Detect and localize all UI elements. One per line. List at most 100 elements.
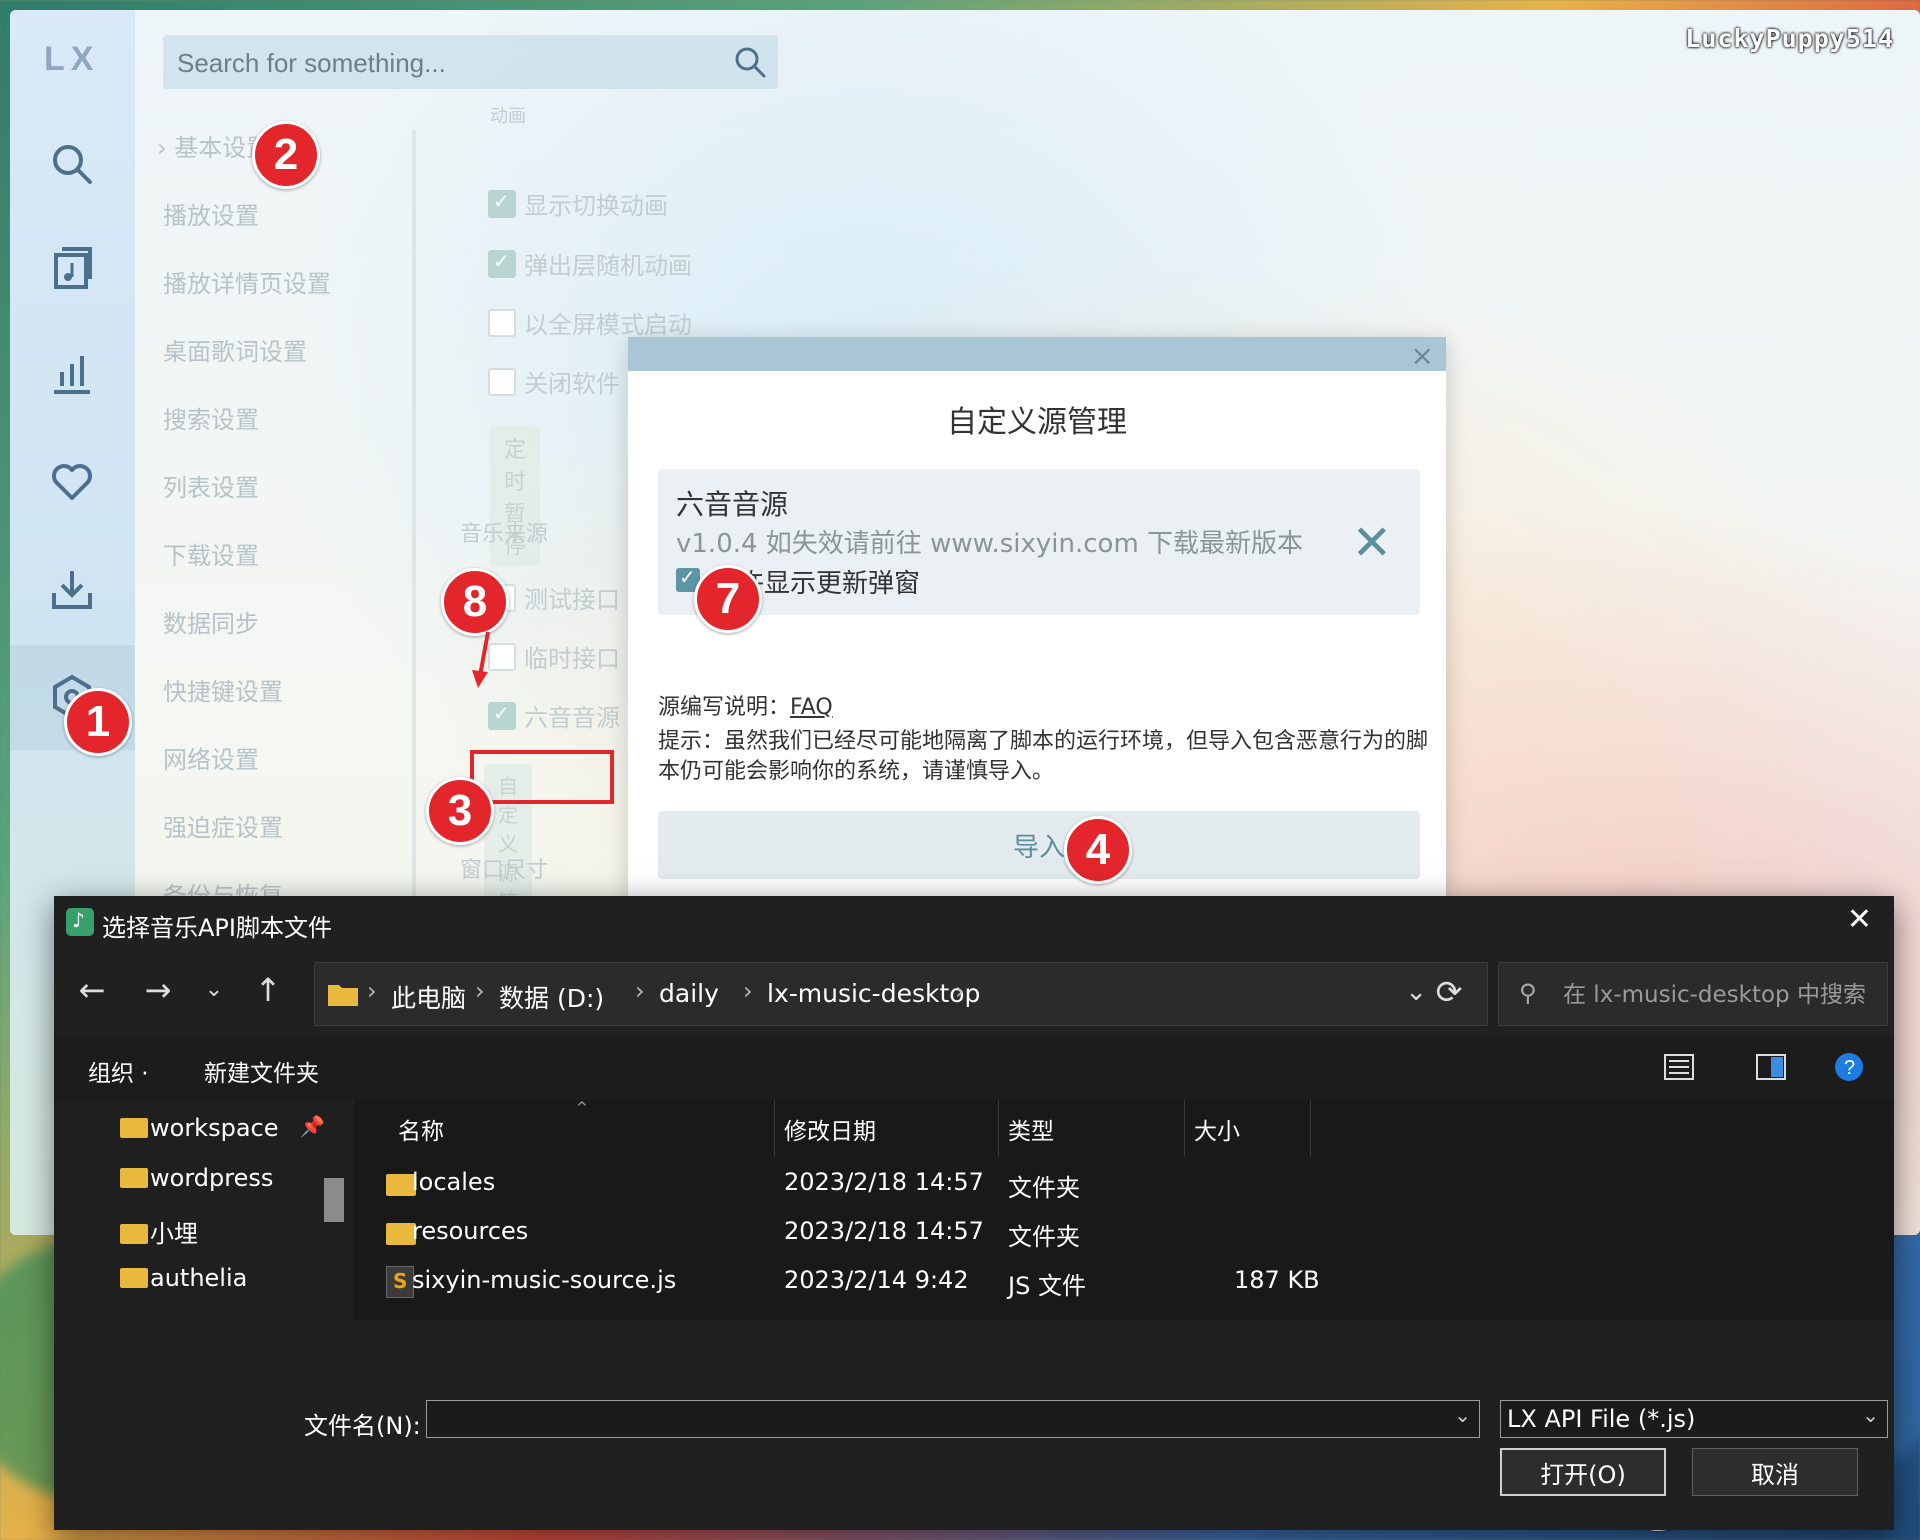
tree-item-wordpress[interactable]: wordpress: [120, 1164, 273, 1192]
new-folder-button[interactable]: 新建文件夹: [204, 1054, 319, 1088]
source-label: 测试接口: [524, 586, 620, 614]
download-icon[interactable]: [48, 565, 96, 613]
settings-nav-item[interactable]: 强迫症设置: [163, 808, 283, 843]
file-type: JS 文件: [1008, 1272, 1086, 1300]
breadcrumb-item[interactable]: lx-music-desktop: [767, 979, 980, 1008]
up-arrow-icon[interactable]: ↑: [248, 970, 288, 1010]
search-icon[interactable]: [732, 44, 768, 80]
chevron-down-icon[interactable]: ⌄: [1405, 977, 1427, 1007]
close-icon[interactable]: ×: [1411, 339, 1434, 372]
column-separator[interactable]: [1310, 1100, 1311, 1156]
source-radio[interactable]: [488, 701, 516, 730]
app-icon: [66, 908, 94, 936]
folder-search-input[interactable]: [1561, 963, 1881, 1027]
file-name: sixyin-music-source.js: [412, 1266, 677, 1294]
source-label: 六音音源: [524, 704, 620, 732]
folder-icon: [120, 1224, 148, 1244]
search-input[interactable]: [175, 35, 719, 91]
settings-nav-item[interactable]: 下载设置: [163, 536, 259, 571]
option-checkbox[interactable]: [488, 189, 516, 218]
step-marker-7: 7: [694, 565, 762, 633]
settings-nav-item[interactable]: 搜索设置: [163, 400, 259, 435]
close-icon[interactable]: ✕: [1847, 902, 1872, 937]
column-header-name[interactable]: 名称: [398, 1112, 444, 1146]
file-picker-title: 选择音乐API脚本文件: [102, 914, 332, 942]
js-file-icon: [386, 1266, 414, 1298]
breadcrumb-item[interactable]: 此电脑: [391, 979, 466, 1015]
scrollbar-thumb[interactable]: [324, 1178, 344, 1222]
search-bar[interactable]: [163, 35, 778, 91]
settings-nav-item[interactable]: 播放详情页设置: [163, 264, 331, 299]
tree-item-xiaomai[interactable]: 小埋: [120, 1214, 198, 1249]
folder-search[interactable]: ⚲: [1498, 962, 1888, 1027]
breadcrumb-item[interactable]: daily: [659, 979, 719, 1008]
option-checkbox[interactable]: [488, 368, 516, 396]
chart-icon[interactable]: [48, 350, 96, 398]
file-name: resources: [412, 1217, 529, 1245]
settings-nav-item[interactable]: 快捷键设置: [163, 672, 283, 707]
settings-nav-item[interactable]: 列表设置: [163, 468, 259, 503]
music-list-icon[interactable]: [48, 245, 96, 293]
chevron-down-icon[interactable]: ⌄: [1454, 1403, 1471, 1427]
filename-field[interactable]: ⌄: [426, 1400, 1480, 1438]
option-checkbox[interactable]: [488, 249, 516, 278]
refresh-icon[interactable]: ⟳: [1428, 972, 1470, 1014]
option-checkbox[interactable]: [488, 309, 516, 337]
tree-item-authelia[interactable]: authelia: [120, 1264, 247, 1292]
filetype-value: LX API File (*.js): [1507, 1405, 1696, 1433]
dialog-header: ×: [628, 337, 1446, 372]
file-list: 名称 ^ 修改日期 类型 大小 locales 2023/2/18 14:57 …: [354, 1100, 1894, 1320]
filetype-select[interactable]: LX API File (*.js) ⌄: [1500, 1400, 1888, 1438]
tree-item-workspace[interactable]: workspace: [120, 1114, 278, 1142]
remove-source-icon[interactable]: ✕: [1352, 519, 1392, 567]
address-bar[interactable]: › 此电脑 › 数据 (D:) › daily › lx-music-deskt…: [314, 962, 1488, 1026]
step-marker-1: 1: [64, 688, 132, 756]
heart-icon[interactable]: [48, 458, 96, 506]
sort-up-icon: ^: [576, 1100, 588, 1116]
settings-nav-item[interactable]: 桌面歌词设置: [163, 332, 307, 367]
file-size: 187 KB: [1234, 1266, 1320, 1294]
section-heading: 窗口尺寸: [460, 858, 549, 883]
search-icon: ⚲: [1519, 979, 1537, 1007]
dialog-title: 自定义源管理: [947, 405, 1127, 440]
organize-menu[interactable]: 组织 ·: [88, 1054, 149, 1088]
warning-tip: 提示：虽然我们已经尽可能地隔离了脚本的运行环境，但导入包含恶意行为的脚本仍可能会…: [658, 729, 1429, 784]
filename-input[interactable]: [427, 1401, 1455, 1437]
settings-nav-item[interactable]: 播放设置: [163, 196, 259, 231]
step-marker-2: 2: [252, 121, 320, 189]
folder-icon: [328, 985, 358, 1006]
pin-icon: 📌: [300, 1114, 325, 1138]
preview-pane-icon[interactable]: [1754, 1050, 1788, 1084]
import-button[interactable]: 导入: [658, 811, 1420, 879]
column-separator[interactable]: [774, 1100, 775, 1156]
cancel-button[interactable]: 取消: [1692, 1448, 1858, 1496]
help-icon[interactable]: ?: [1832, 1050, 1866, 1084]
chevron-right-icon: ›: [367, 977, 377, 1005]
view-list-icon[interactable]: [1662, 1050, 1696, 1084]
column-header-date[interactable]: 修改日期: [784, 1112, 876, 1146]
open-button[interactable]: 打开(O): [1500, 1448, 1666, 1496]
forward-arrow-icon[interactable]: →: [138, 970, 178, 1010]
file-picker-footer: 文件名(N): ⌄ LX API File (*.js) ⌄ 打开(O) 取消: [54, 1356, 1894, 1530]
column-header-size[interactable]: 大小: [1194, 1112, 1240, 1146]
column-header-type[interactable]: 类型: [1008, 1112, 1054, 1146]
search-icon[interactable]: [48, 140, 96, 188]
highlight-box: [470, 750, 614, 804]
settings-nav-item[interactable]: 网络设置: [163, 740, 259, 775]
window-title: LuckyPuppy514: [1685, 24, 1894, 53]
back-arrow-icon[interactable]: ←: [72, 970, 112, 1010]
faq-link[interactable]: FAQ: [790, 695, 833, 720]
source-card: 六音音源 v1.0.4 如失效请前往 www.sixyin.com 下载最新版本…: [658, 469, 1420, 615]
file-name: locales: [412, 1168, 496, 1196]
column-separator[interactable]: [998, 1100, 999, 1156]
file-date: 2023/2/18 14:57: [784, 1168, 984, 1196]
section-heading: 音乐来源: [460, 522, 549, 547]
file-row[interactable]: sixyin-music-source.js 2023/2/14 9:42 JS…: [354, 1254, 1894, 1312]
chevron-down-icon: ⌄: [1862, 1403, 1879, 1427]
settings-nav-item[interactable]: 数据同步: [163, 604, 259, 639]
file-date: 2023/2/18 14:57: [784, 1217, 984, 1245]
chevron-down-icon[interactable]: ⌄: [194, 970, 234, 1010]
svg-text:?: ?: [1844, 1057, 1855, 1079]
column-separator[interactable]: [1184, 1100, 1185, 1156]
breadcrumb-item[interactable]: 数据 (D:): [499, 979, 604, 1015]
